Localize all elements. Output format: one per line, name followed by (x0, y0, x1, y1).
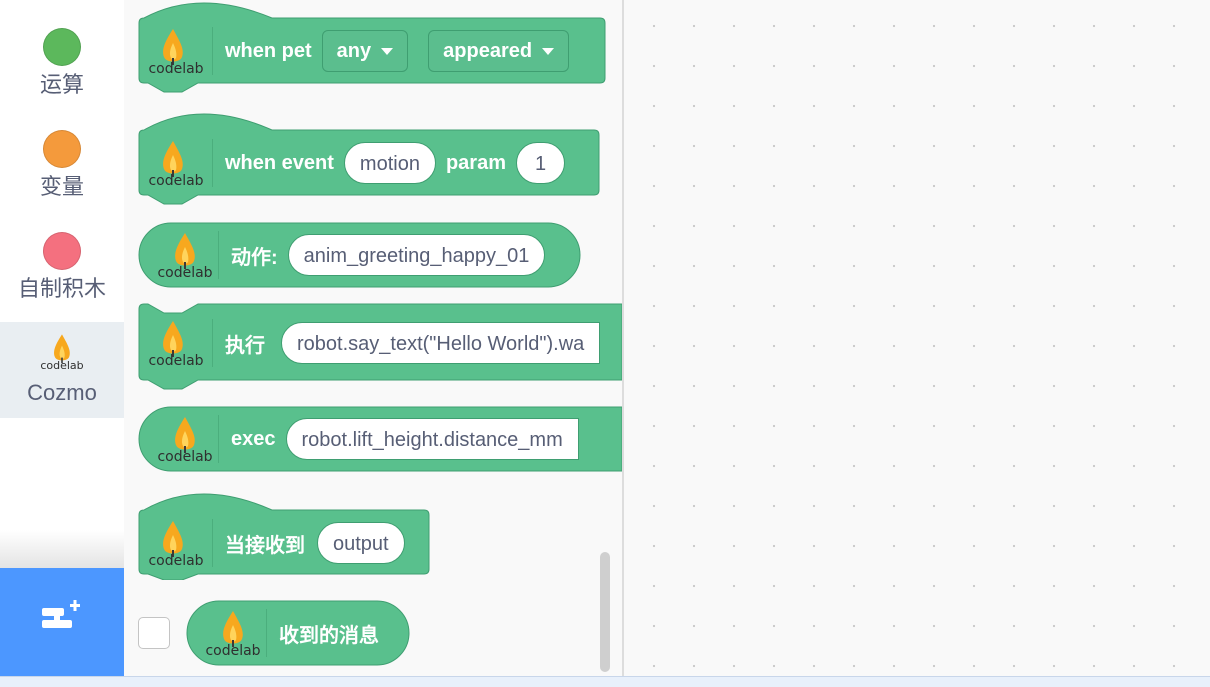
execute-block[interactable]: codelab 执行 robot.say_text("Hello World")… (138, 302, 622, 392)
codelab-logo-icon: codelab (138, 133, 204, 193)
block-label: when event (225, 151, 334, 174)
action-block[interactable]: codelab 动作: anim_greeting_happy_01 (138, 222, 582, 288)
codelab-logo-icon: codelab (154, 409, 216, 469)
block-label: 当接收到 (225, 534, 305, 557)
pet-dropdown[interactable]: any (321, 30, 409, 72)
codelab-logo-icon: codelab (154, 225, 216, 285)
separator (212, 139, 213, 187)
logo-text: codelab (157, 449, 213, 465)
received-message-block[interactable]: codelab 收到的消息 (186, 600, 412, 668)
block-label: when pet (225, 39, 312, 62)
logo-text: codelab (148, 353, 204, 369)
dropdown-value: appeared (443, 40, 533, 62)
caret-down-icon (542, 47, 555, 55)
dropdown-value: any (336, 40, 372, 62)
block-label-param: param (445, 151, 506, 174)
block-label: 收到的消息 (279, 624, 379, 647)
exec-block[interactable]: codelab exec robot.lift_height.distance_… (138, 406, 622, 474)
codelab-logo-icon: codelab (138, 313, 204, 373)
category-label: 运算 (39, 72, 84, 97)
event-name-input[interactable]: motion (343, 142, 436, 184)
category-operators[interactable]: 运算 (0, 28, 124, 104)
code-input[interactable]: robot.say_text("Hello World").wa (281, 322, 601, 364)
category-my-blocks[interactable]: 自制积木 (0, 232, 124, 308)
separator (212, 319, 213, 367)
orange-circle-icon (43, 130, 81, 168)
flyout-scrollbar[interactable] (600, 552, 610, 672)
separator (266, 609, 267, 657)
when-pet-block[interactable]: codelab when pet any appeared (138, 0, 606, 96)
when-event-block[interactable]: codelab when event motion param 1 (138, 108, 604, 208)
logo-text: codelab (148, 553, 204, 569)
separator (212, 27, 213, 75)
logo-text: codelab (40, 359, 84, 372)
codelab-logo-icon: codelab (138, 21, 204, 81)
separator (212, 519, 213, 567)
category-label: 自制积木 (17, 276, 106, 301)
block-label: 执行 (225, 334, 265, 357)
green-circle-icon (43, 28, 81, 66)
block-label: exec (231, 427, 276, 450)
message-input[interactable]: output (317, 522, 405, 564)
logo-text: codelab (148, 61, 204, 77)
separator (218, 231, 219, 279)
codelab-logo-icon: codelab (31, 330, 93, 378)
pet-state-dropdown[interactable]: appeared (428, 30, 570, 72)
separator (218, 415, 219, 463)
category-variables[interactable]: 变量 (0, 130, 124, 206)
reporter-code-input[interactable]: robot.lift_height.distance_mm (285, 418, 579, 460)
codelab-logo-icon: codelab (138, 513, 204, 573)
script-workspace[interactable] (624, 0, 1210, 676)
category-label: 变量 (39, 174, 84, 199)
pink-circle-icon (43, 232, 81, 270)
add-extension-icon (42, 600, 80, 628)
sidebar-fade (0, 530, 124, 568)
bottom-bar (0, 676, 1210, 687)
codelab-logo-icon: codelab (202, 603, 264, 663)
block-label: 动作: (231, 246, 278, 269)
category-cozmo[interactable]: codelab Cozmo (0, 322, 124, 418)
when-receive-block[interactable]: codelab 当接收到 output (138, 488, 432, 580)
logo-text: codelab (205, 643, 261, 659)
category-sidebar: 运算 变量 自制积木 codelab Cozmo (0, 0, 125, 568)
param-input[interactable]: 1 (515, 142, 566, 184)
caret-down-icon (381, 47, 394, 55)
monitor-checkbox[interactable] (138, 617, 170, 649)
add-extension-button[interactable] (0, 568, 124, 676)
block-flyout: codelab when pet any appeared codelab wh… (124, 0, 624, 676)
logo-text: codelab (148, 173, 204, 189)
logo-text: codelab (157, 265, 213, 281)
category-label: Cozmo (27, 380, 97, 405)
animation-input[interactable]: anim_greeting_happy_01 (287, 234, 546, 276)
